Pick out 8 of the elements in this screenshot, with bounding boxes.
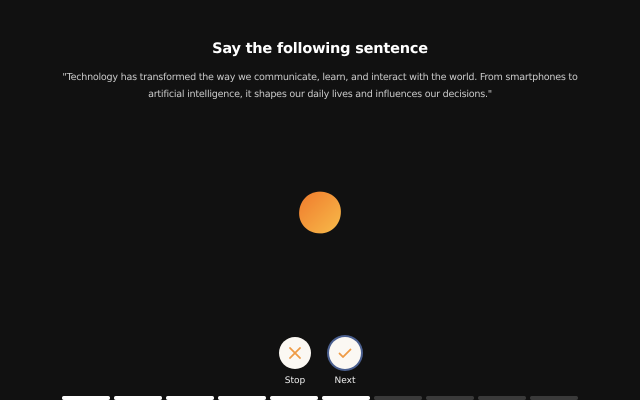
button-label: Next [334, 376, 356, 386]
next-button[interactable] [329, 337, 361, 369]
stop-button[interactable] [279, 337, 311, 369]
check-icon [338, 348, 352, 358]
button-label: Stop [284, 376, 306, 386]
close-icon [288, 346, 302, 360]
prompt-title: Say the following sentence [212, 41, 428, 57]
sentence-text: "Technology has transformed the way we communicate, learn, and interact with the world. From smartphones to artificial intelligence, it shapes our daily lives and influences our decisions." [61, 71, 579, 102]
